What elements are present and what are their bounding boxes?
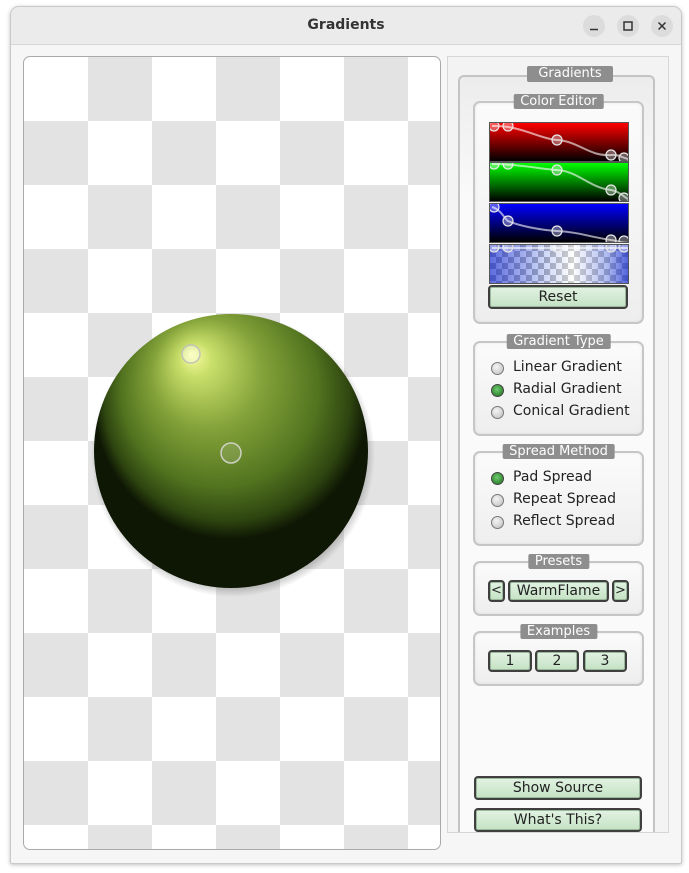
- alpha-stop-handle[interactable]: [605, 245, 617, 253]
- example-1-button[interactable]: 1: [488, 650, 532, 672]
- preset-name-button[interactable]: WarmFlame: [508, 580, 609, 602]
- radio-indicator[interactable]: [491, 406, 504, 419]
- red-stop-handle[interactable]: [605, 149, 617, 161]
- green-stop-handle[interactable]: [605, 184, 617, 196]
- example-3-button[interactable]: 3: [583, 650, 627, 672]
- gradients-group-title: Gradients: [527, 66, 613, 82]
- radio-label: Reflect Spread: [513, 513, 616, 529]
- close-button[interactable]: [651, 15, 673, 37]
- show-source-button[interactable]: Show Source: [474, 776, 642, 800]
- examples-title: Examples: [519, 624, 598, 639]
- title-bar: Gradients: [11, 7, 681, 45]
- green-stop-handle[interactable]: [490, 163, 500, 170]
- focal-point-handle[interactable]: [181, 344, 201, 364]
- radio-label: Repeat Spread: [513, 491, 617, 507]
- previous-preset-button[interactable]: <: [488, 580, 505, 602]
- app-window: Gradients Gradients Color Editor Reset G…: [10, 6, 682, 864]
- blue-stop-handle[interactable]: [490, 204, 500, 213]
- blue-stop-handle[interactable]: [618, 235, 628, 242]
- next-preset-button[interactable]: >: [612, 580, 629, 602]
- window-title: Gradients: [307, 17, 385, 33]
- alpha-stop-handle[interactable]: [502, 245, 514, 253]
- blue-stop-handle[interactable]: [502, 215, 514, 227]
- red-stop-handle[interactable]: [502, 123, 514, 132]
- example-2-button[interactable]: 2: [535, 650, 579, 672]
- spread-method-group: Spread Method Pad Spread Repeat Spread R…: [473, 444, 644, 546]
- green-stop-handle[interactable]: [551, 164, 563, 176]
- radio-label: Radial Gradient: [513, 381, 622, 397]
- gradient-type-title: Gradient Type: [506, 334, 611, 349]
- control-panel: Gradients Color Editor Reset Gradient Ty…: [447, 56, 669, 833]
- blue-stop-handle[interactable]: [605, 234, 617, 242]
- spread-method-title: Spread Method: [502, 444, 615, 459]
- radio-indicator[interactable]: [491, 494, 504, 507]
- color-editor-group: Color Editor Reset: [473, 94, 644, 324]
- red-stop-handle[interactable]: [490, 123, 500, 132]
- reset-button[interactable]: Reset: [488, 285, 628, 309]
- examples-group: Examples 1 2 3: [473, 624, 644, 686]
- green-stop-handle[interactable]: [618, 192, 628, 201]
- radio-indicator[interactable]: [491, 516, 504, 529]
- red-channel-editor[interactable]: [489, 122, 629, 162]
- green-stop-handle[interactable]: [502, 163, 514, 170]
- red-stop-handle[interactable]: [551, 134, 563, 146]
- maximize-button[interactable]: [617, 15, 639, 37]
- alpha-stop-handle[interactable]: [618, 245, 628, 253]
- center-point-handle[interactable]: [220, 442, 242, 464]
- minimize-icon: [590, 28, 598, 31]
- red-stop-handle[interactable]: [618, 152, 628, 161]
- presets-title: Presets: [527, 554, 590, 569]
- presets-group: Presets < WarmFlame >: [473, 554, 644, 616]
- radio-indicator[interactable]: [491, 384, 504, 397]
- radio-indicator[interactable]: [491, 362, 504, 375]
- alpha-stop-handle[interactable]: [551, 245, 563, 253]
- blue-stop-handle[interactable]: [551, 225, 563, 237]
- radio-indicator[interactable]: [491, 472, 504, 485]
- color-editor-title: Color Editor: [513, 94, 604, 109]
- maximize-icon: [623, 21, 633, 31]
- gradient-canvas[interactable]: [23, 56, 441, 850]
- minimize-button[interactable]: [583, 15, 605, 37]
- radial-gradient-sphere: [91, 313, 375, 597]
- gradient-type-group: Gradient Type Linear Gradient Radial Gra…: [473, 334, 644, 436]
- green-channel-editor[interactable]: [489, 162, 629, 202]
- close-icon: [657, 21, 667, 31]
- radio-label: Pad Spread: [513, 469, 593, 485]
- blue-channel-editor[interactable]: [489, 203, 629, 243]
- alpha-stop-handle[interactable]: [490, 245, 500, 253]
- radio-label: Linear Gradient: [513, 359, 622, 375]
- whats-this-button[interactable]: What's This?: [474, 808, 642, 832]
- alpha-channel-editor[interactable]: [489, 244, 629, 284]
- radio-label: Conical Gradient: [513, 403, 630, 419]
